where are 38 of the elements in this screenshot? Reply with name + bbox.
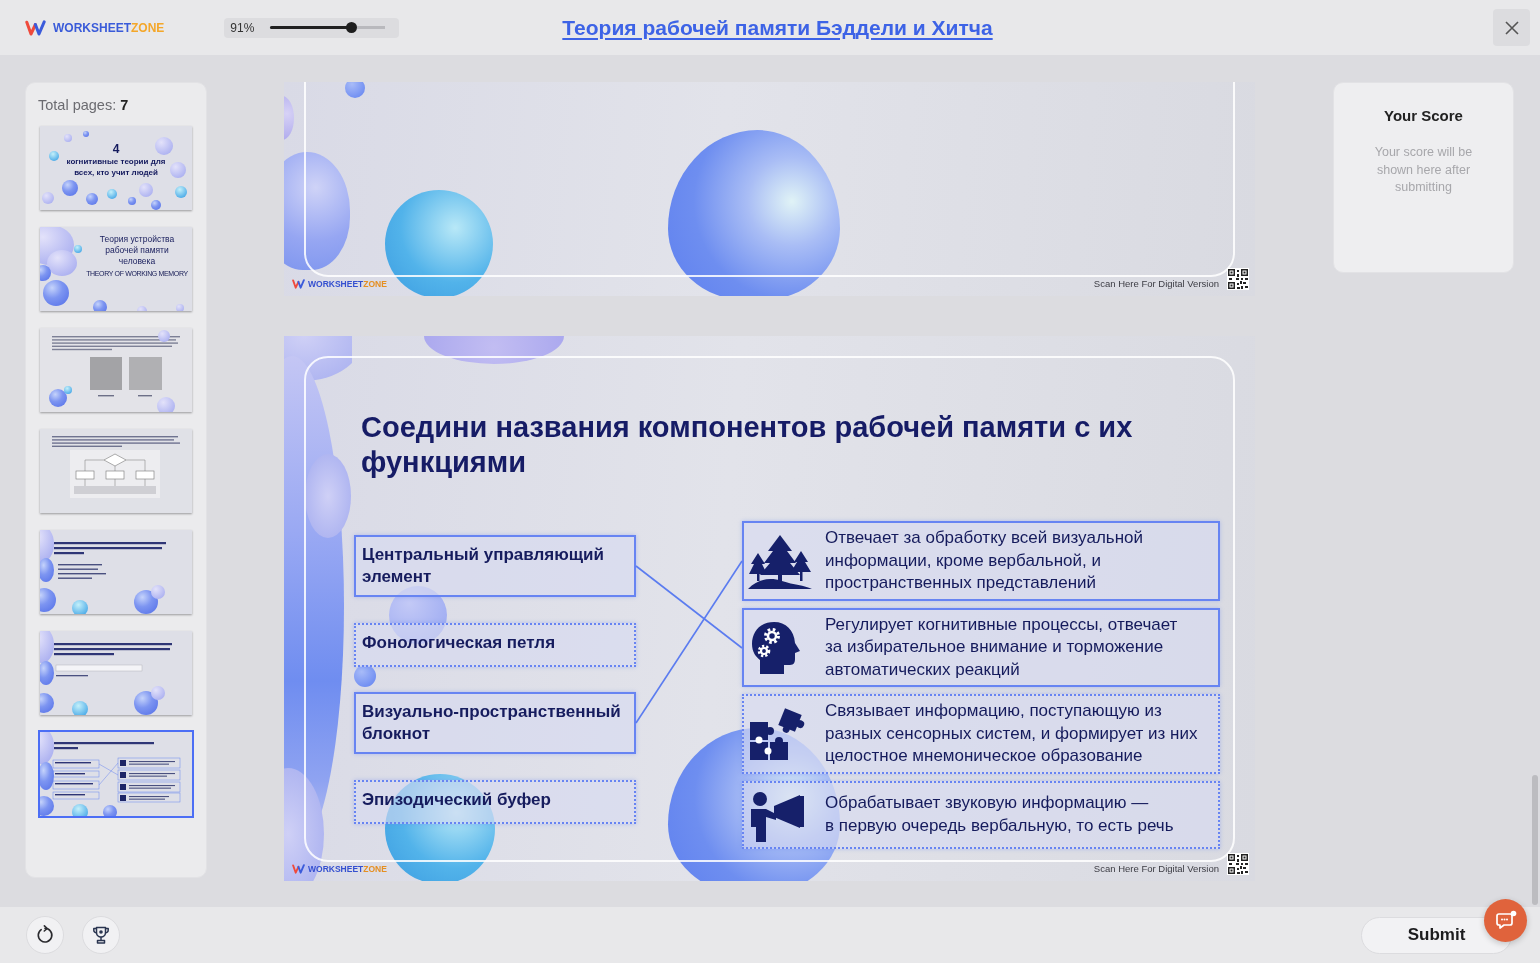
- close-icon: [1504, 20, 1519, 35]
- thumbnail-title: Теория устройства рабочей памяти человека: [98, 234, 176, 267]
- function-option[interactable]: Регулирует когнитивные процессы, отвечает за избирательное внимание и торможение автоматических реакций: [742, 607, 1220, 687]
- thumbnail-title: когнитивные теории для всех, кто учит людей: [65, 157, 167, 178]
- logo-icon: [25, 19, 46, 36]
- scan-caption: Scan Here For Digital Version: [1093, 278, 1219, 290]
- qr-code-icon: [1227, 268, 1249, 290]
- total-pages-label: Total pages:: [38, 97, 117, 113]
- function-option[interactable]: Связывает информацию, поступающую из разных сенсорных систем, и формирует из них целостное мнемоническое образование: [742, 694, 1220, 774]
- total-pages-count: 7: [120, 97, 129, 113]
- component-option[interactable]: Эпизодический буфер: [354, 779, 636, 824]
- close-button[interactable]: [1493, 9, 1530, 46]
- scan-caption: Scan Here For Digital Version: [1093, 863, 1219, 875]
- zoom-reading: 91%: [230, 20, 255, 35]
- logo-icon: [292, 864, 305, 874]
- reset-icon: [35, 925, 55, 945]
- exercise-title: Соедини названия компонентов рабочей памяти с их функциями: [361, 410, 1134, 480]
- component-option[interactable]: Визуально-пространственный блокнот: [354, 692, 636, 754]
- score-title: Your Score: [1384, 106, 1463, 126]
- brand-name: WORKSHEETZONE: [308, 864, 387, 874]
- slider-thumb[interactable]: [346, 22, 358, 33]
- brand-name: WORKSHEETZONE: [53, 20, 165, 35]
- reset-button[interactable]: [26, 916, 64, 954]
- worksheet-title-link[interactable]: Теория рабочей памяти Бэддели и Хитча: [562, 15, 993, 40]
- logo-icon: [292, 279, 305, 289]
- sphere-drawing: [354, 665, 376, 687]
- page-thumbnail[interactable]: 4 когнитивные теории для всех, кто учит людей: [38, 124, 194, 212]
- function-option[interactable]: Обрабатывает звуковую информацию — в первую очередь вербальную, то есть речь: [742, 780, 1220, 849]
- sphere-drawing: [345, 82, 365, 98]
- trophy-button[interactable]: [82, 916, 120, 954]
- component-option[interactable]: Фонологическая петля: [354, 622, 636, 667]
- component-option[interactable]: Центральный управляющий элемент: [354, 535, 636, 597]
- scrollbar-thumb[interactable]: [1532, 775, 1538, 905]
- trophy-icon: [91, 925, 111, 945]
- function-option[interactable]: Отвечает за обработку всей визуальной информации, кроме вербальной, и пространственных представлений: [742, 521, 1220, 601]
- score-message: Your score will be shown here after submitting: [1373, 144, 1474, 196]
- brand-name: WORKSHEETZONE: [308, 279, 387, 289]
- thumbnail-number: 4: [112, 142, 120, 156]
